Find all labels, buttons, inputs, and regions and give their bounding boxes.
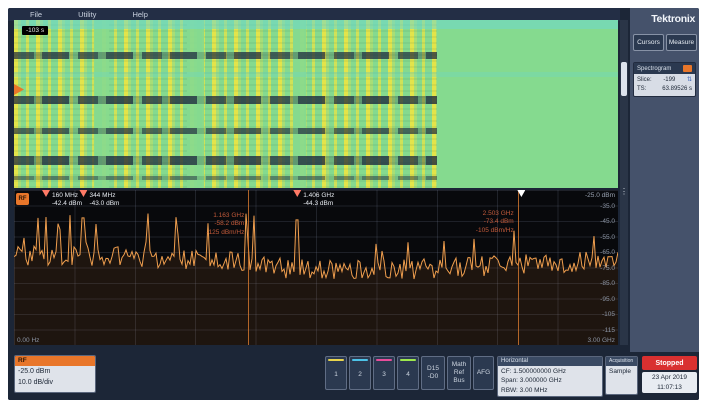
- amplitude-top-label: -25.0 dBm: [585, 192, 615, 199]
- bottom-status-bar: RF -25.0 dBm 10.0 dB/div 1 2 3 4 D15 -D0…: [8, 352, 699, 400]
- y-axis-tick: -55.0: [600, 234, 615, 241]
- date-readout: 23 Apr 2019: [642, 373, 697, 383]
- y-axis-tick: -115: [602, 327, 615, 334]
- spectrogram-streak: [14, 176, 437, 180]
- scope-screen: File Utility Help -103 s 160 MHz -42.4 d…: [8, 8, 699, 400]
- slice-value: -199: [663, 76, 675, 85]
- freq-end-label: 3.00 GHz: [588, 337, 615, 344]
- channel-1-button[interactable]: 1: [325, 356, 347, 390]
- spectrogram-panel-title: Spectrogram: [637, 66, 671, 72]
- rbw-readout: RBW: 3.00 MHz: [501, 386, 599, 395]
- rf-badge-title: RF: [15, 356, 95, 366]
- spectrogram-streak: [14, 96, 437, 104]
- spectrogram-display[interactable]: -103 s: [14, 20, 618, 188]
- math-ref-bus-button[interactable]: Math Ref Bus: [447, 356, 471, 390]
- menu-help[interactable]: Help: [132, 10, 147, 19]
- acquisition-panel[interactable]: Acquisition Sample: [605, 356, 638, 395]
- acquisition-mode: Sample: [606, 366, 637, 394]
- spectrum-display[interactable]: 160 MHz -42.4 dBm 344 MHz -43.0 dBm 1.40…: [14, 190, 618, 345]
- y-axis-tick: -65.0: [600, 249, 615, 256]
- cursor-readout: 1.163 GHz -58.2 dBm -125 dBm/Hz: [206, 212, 244, 237]
- rf-ref-level: -25.0 dBm: [18, 367, 92, 378]
- scrollbar-thumb[interactable]: [621, 62, 627, 96]
- afg-button[interactable]: AFG: [473, 356, 494, 390]
- y-axis-tick: -45.0: [600, 218, 615, 225]
- cursor-readout: 2.503 GHz -73.4 dBm -105 dBm/Hz: [476, 210, 514, 235]
- y-axis-tick: -85.0: [600, 280, 615, 287]
- cursors-button[interactable]: Cursors: [633, 34, 664, 51]
- spectrogram-streak: [14, 52, 437, 59]
- channel-4-button[interactable]: 4: [397, 356, 419, 390]
- ts-value: 63.89526 s: [662, 85, 692, 94]
- digital-channels-button[interactable]: D15 -D0: [421, 356, 445, 390]
- cursor-line-b[interactable]: [518, 190, 519, 345]
- drag-handle-icon[interactable]: ⋮: [620, 188, 628, 196]
- cursor-line-a[interactable]: [248, 190, 249, 345]
- rf-trace-handle[interactable]: RF: [16, 193, 29, 205]
- spectrum-trace: [14, 190, 618, 345]
- spectrogram-panel[interactable]: Spectrogram Slice: -199 ⇅ TS: 63.89526 s: [633, 62, 696, 97]
- y-axis-tick: -95.0: [600, 296, 615, 303]
- datetime-readout: 23 Apr 2019 11:07:13: [642, 372, 697, 393]
- channel-3-button[interactable]: 3: [373, 356, 395, 390]
- spectrogram-panel-icon: [683, 65, 692, 72]
- channel-2-button[interactable]: 2: [349, 356, 371, 390]
- right-sidebar: Tektronix Cursors Measure Spectrogram Sl…: [630, 8, 699, 352]
- y-axis-tick: -105: [602, 311, 615, 318]
- side-scrollbar[interactable]: ⋮: [620, 20, 628, 345]
- spectrogram-time-readout: -103 s: [22, 26, 48, 35]
- spectrogram-activity-region: [14, 20, 437, 188]
- slice-label: Slice:: [637, 76, 652, 85]
- peak-marker-readout: 344 MHz -43.0 dBm: [89, 192, 119, 209]
- time-readout: 11:07:13: [642, 383, 697, 393]
- spectrogram-streak: [14, 156, 437, 165]
- spectrogram-top-band: [14, 20, 618, 29]
- spectrogram-streak: [14, 128, 437, 134]
- measure-button[interactable]: Measure: [666, 34, 697, 51]
- center-frequency-readout: CF: 1.500000000 GHz: [501, 367, 599, 376]
- rf-scale: 10.0 dB/div: [18, 378, 92, 389]
- menu-file[interactable]: File: [30, 10, 42, 19]
- run-stop-status[interactable]: Stopped: [642, 356, 697, 370]
- freq-start-label: 0.00 Hz: [17, 337, 39, 344]
- tektronix-logo: Tektronix: [651, 13, 695, 25]
- acquisition-panel-title: Acquisition: [606, 357, 637, 366]
- menu-utility[interactable]: Utility: [78, 10, 96, 19]
- peak-marker-readout: 1.406 GHz -44.3 dBm: [303, 192, 334, 209]
- peak-marker-readout: 160 MHz -42.4 dBm: [52, 192, 82, 209]
- y-axis-tick: -75.0: [600, 265, 615, 272]
- horizontal-panel-title: Horizontal: [498, 357, 602, 366]
- ts-label: TS:: [637, 85, 646, 94]
- horizontal-settings-panel[interactable]: Horizontal CF: 1.500000000 GHz Span: 3.0…: [497, 356, 603, 397]
- y-axis-tick: -35.0: [600, 203, 615, 210]
- span-readout: Span: 3.000000 GHz: [501, 376, 599, 385]
- slice-spinner[interactable]: ⇅: [687, 76, 692, 85]
- rf-channel-badge[interactable]: RF -25.0 dBm 10.0 dB/div: [14, 355, 96, 393]
- spectrogram-cyan-band: [14, 72, 618, 77]
